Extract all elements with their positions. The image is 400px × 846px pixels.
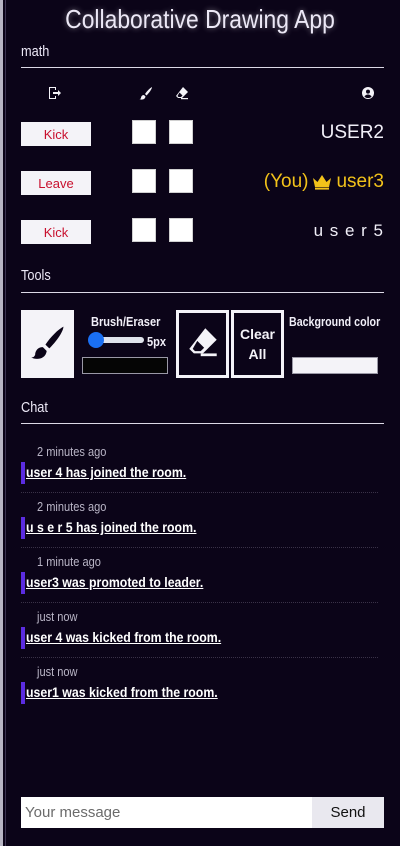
message-time: 2 minutes ago [37, 444, 107, 459]
window-edge-inner [5, 0, 6, 846]
kick-button[interactable]: Kick [21, 220, 91, 244]
chat-divider [21, 423, 384, 424]
message-time: just now [37, 609, 78, 624]
send-button[interactable]: Send [312, 797, 384, 828]
you-prefix: (You) [263, 171, 309, 192]
message-accent-bar [21, 627, 25, 649]
message-text: user 4 has joined the room. [26, 464, 187, 480]
chat-heading: Chat [21, 399, 48, 416]
user-icon [362, 87, 374, 99]
message-text: u s e r 5 has joined the room. [26, 519, 197, 535]
chat-message: just now user1 was kicked from the room. [21, 658, 378, 712]
message-accent-bar [21, 462, 25, 484]
message-accent-bar [21, 572, 25, 594]
eraser-icon [175, 86, 189, 100]
room-divider [21, 67, 384, 68]
message-input[interactable] [21, 797, 312, 828]
leave-button[interactable]: Leave [21, 171, 91, 195]
brush-size-value: 5px [147, 334, 167, 349]
message-accent-bar [21, 517, 25, 539]
app-title: Collaborative Drawing App [65, 4, 335, 34]
brush-color-picker[interactable] [82, 357, 168, 374]
message-time: just now [37, 664, 78, 679]
brush-icon [30, 324, 66, 365]
erase-permission-checkbox[interactable] [169, 218, 193, 242]
brush-tool-button[interactable] [21, 310, 74, 378]
tools-divider [21, 292, 384, 293]
user-name: u s e r 5 [314, 221, 384, 241]
background-color-label: Background color [289, 314, 381, 329]
clear-label-line2: All [248, 346, 267, 362]
user-name: USER2 [321, 122, 384, 144]
draw-permission-checkbox[interactable] [132, 218, 156, 242]
message-time: 2 minutes ago [37, 499, 107, 514]
user-name-text: u s e r 5 [313, 221, 384, 240]
user-name-text: USER2 [320, 122, 384, 143]
clear-all-label: Clear All [240, 324, 275, 364]
slider-thumb[interactable] [88, 332, 105, 348]
chat-message: 2 minutes ago u s e r 5 has joined the r… [21, 493, 378, 548]
erase-permission-checkbox[interactable] [169, 169, 193, 193]
draw-permission-checkbox[interactable] [132, 120, 156, 144]
background-color-picker[interactable] [292, 357, 378, 374]
eraser-tool-button[interactable] [176, 310, 229, 378]
message-accent-bar [21, 682, 25, 704]
eraser-icon [187, 326, 219, 363]
message-text: user1 was kicked from the room. [26, 684, 218, 700]
message-text: user 4 was kicked from the room. [26, 629, 222, 645]
brush-size-slider[interactable] [88, 332, 144, 348]
chat-message: 1 minute ago user3 was promoted to leade… [21, 548, 378, 603]
brush-icon [139, 86, 153, 100]
message-time: 1 minute ago [37, 554, 101, 569]
leave-room-icon [48, 86, 62, 100]
room-name: math [21, 43, 50, 60]
window-edge [0, 0, 3, 846]
user-name-text: user3 [336, 171, 384, 192]
chat-messages: 2 minutes ago user 4 has joined the room… [21, 438, 378, 712]
erase-permission-checkbox[interactable] [169, 120, 193, 144]
chat-message: just now user 4 was kicked from the room… [21, 603, 378, 658]
tools-heading: Tools [21, 267, 51, 284]
current-user-name: (You) user3 [264, 171, 384, 193]
brush-eraser-label: Brush/Eraser [91, 314, 161, 329]
clear-label-line1: Clear [239, 326, 276, 342]
chat-message: 2 minutes ago user 4 has joined the room… [21, 438, 378, 493]
kick-button[interactable]: Kick [21, 122, 91, 146]
crown-icon [312, 174, 332, 190]
message-text: user3 was promoted to leader. [26, 574, 204, 590]
draw-permission-checkbox[interactable] [132, 169, 156, 193]
clear-all-button[interactable]: Clear All [231, 310, 284, 378]
